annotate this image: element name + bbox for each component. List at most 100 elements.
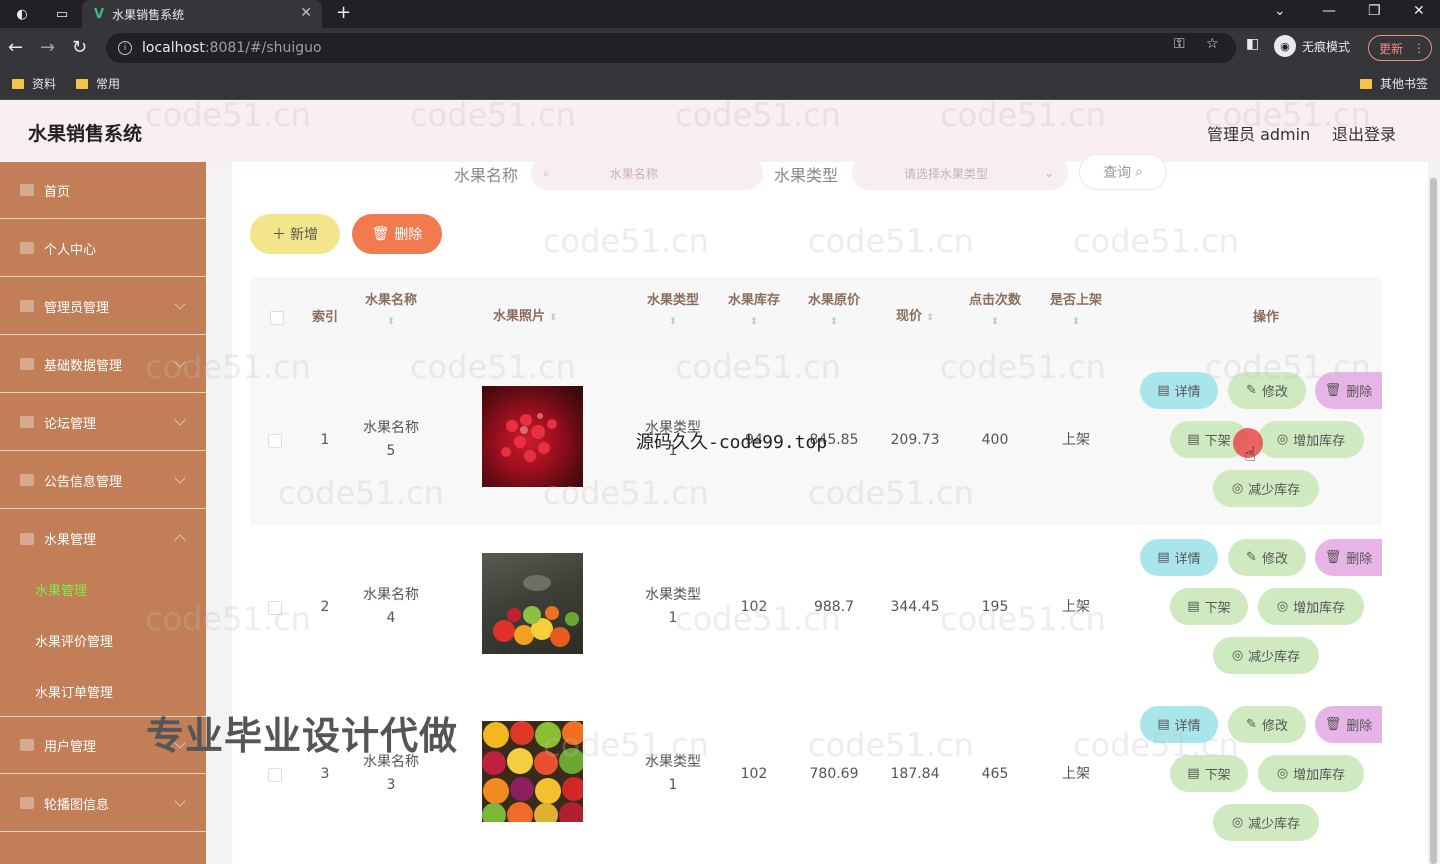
unlist-label: 下架 bbox=[1204, 768, 1231, 783]
edit-button[interactable]: ✎ 修改 bbox=[1228, 706, 1306, 743]
reduce-stock-button[interactable]: ◎ 减少库存 bbox=[1213, 804, 1319, 841]
bookmarks-bar: 资料 常用 其他书签 bbox=[0, 68, 1440, 100]
fruit-photo[interactable] bbox=[482, 553, 583, 654]
close-window-button[interactable]: ✕ bbox=[1413, 3, 1425, 19]
add-stock-button[interactable]: ◎ 增加库存 bbox=[1258, 421, 1364, 458]
reduce-stock-button[interactable]: ◎ 减少库存 bbox=[1213, 470, 1319, 507]
restore-button[interactable]: ❐ bbox=[1368, 3, 1381, 19]
bookmark-folder-changyong[interactable]: 常用 bbox=[76, 75, 120, 92]
edit-button[interactable]: ✎ 修改 bbox=[1228, 539, 1306, 576]
tab-search-icon[interactable]: ▭ bbox=[52, 4, 72, 24]
fruit-photo[interactable] bbox=[482, 721, 583, 822]
page-scrollbar-thumb[interactable] bbox=[1430, 178, 1437, 864]
url-field[interactable]: i localhost:8081/#/shuiguo bbox=[106, 33, 1236, 63]
search-name-input[interactable]: ⌕ 水果名称 bbox=[531, 156, 763, 190]
cell-stock: 102 bbox=[740, 766, 768, 782]
cell-price: 344.45 bbox=[890, 599, 940, 615]
sort-icon: ⇕ bbox=[926, 313, 935, 323]
unlist-button[interactable]: ▤ 下架 bbox=[1170, 588, 1248, 625]
sidebar-item-profile[interactable]: 个人中心 bbox=[0, 220, 206, 277]
document-icon: ▤ bbox=[1157, 717, 1170, 732]
cell-clicks: 195 bbox=[981, 599, 1009, 615]
cell-listed: 上架 bbox=[1062, 766, 1090, 782]
sidebar-item-notices[interactable]: 公告信息管理 bbox=[0, 452, 206, 509]
tab-list-icon[interactable]: ⌄ bbox=[1274, 3, 1286, 19]
chevron-down-icon bbox=[174, 356, 186, 368]
detail-button[interactable]: ▤ 详情 bbox=[1140, 539, 1218, 576]
bookmark-label: 其他书签 bbox=[1380, 77, 1429, 91]
th-type[interactable]: 水果类型 ⇕ bbox=[638, 292, 708, 331]
sidebar-sub-fruit-manage[interactable]: 水果管理 bbox=[35, 580, 87, 599]
bookmark-folder-ziliao[interactable]: 资料 bbox=[12, 75, 56, 92]
select-all-checkbox[interactable] bbox=[270, 311, 284, 325]
chevron-down-icon bbox=[174, 472, 186, 484]
add-button[interactable]: ＋新增 bbox=[250, 214, 340, 254]
home-icon bbox=[20, 184, 34, 196]
document-icon: ▤ bbox=[1187, 432, 1200, 447]
chevron-down-icon bbox=[174, 795, 186, 807]
sidebar-item-carousel[interactable]: 轮播图信息 bbox=[0, 775, 206, 832]
forward-icon[interactable]: → bbox=[40, 37, 55, 58]
sidebar-item-label: 首页 bbox=[44, 184, 71, 200]
delete-button[interactable]: 🗑 删除 bbox=[1315, 706, 1382, 743]
pomegranate-image bbox=[501, 413, 557, 462]
unlist-button[interactable]: ▤ 下架 bbox=[1170, 755, 1248, 792]
sort-icon: ⇕ bbox=[1072, 317, 1080, 327]
row-checkbox[interactable] bbox=[268, 768, 282, 782]
address-bar: ← → ↻ i localhost:8081/#/shuiguo ⚿ ☆ ◧ ◉… bbox=[0, 28, 1440, 68]
site-info-icon[interactable]: i bbox=[118, 41, 132, 55]
detail-button[interactable]: ▤ 详情 bbox=[1140, 706, 1218, 743]
search-name-placeholder: 水果名称 bbox=[609, 166, 658, 181]
browser-tab-active[interactable]: V 水果销售系统 ✕ bbox=[82, 0, 322, 28]
add-stock-button[interactable]: ◎ 增加库存 bbox=[1258, 588, 1364, 625]
reduce-stock-button[interactable]: ◎ 减少库存 bbox=[1213, 637, 1319, 674]
side-panel-icon[interactable]: ◧ bbox=[1246, 36, 1259, 52]
row-checkbox[interactable] bbox=[268, 434, 282, 448]
new-tab-button[interactable]: + bbox=[336, 2, 351, 23]
edit-button[interactable]: ✎ 修改 bbox=[1228, 372, 1306, 409]
sidebar-item-forum[interactable]: 论坛管理 bbox=[0, 394, 206, 451]
key-icon[interactable]: ⚿ bbox=[1174, 36, 1185, 52]
th-listed[interactable]: 是否上架 ⇕ bbox=[1041, 292, 1111, 331]
cell-name-line1: 水果名称 bbox=[363, 420, 419, 436]
minimize-button[interactable]: — bbox=[1322, 3, 1336, 19]
cell-name: 水果名称 5 bbox=[356, 417, 426, 463]
fruit-splash-image bbox=[493, 575, 579, 647]
delete-label: 删除 bbox=[1346, 719, 1373, 734]
users-icon bbox=[20, 739, 34, 751]
reload-icon[interactable]: ↻ bbox=[72, 37, 87, 58]
trash-icon: 🗑 bbox=[371, 226, 390, 242]
sidebar-item-home[interactable]: 首页 bbox=[0, 162, 206, 219]
folder-icon bbox=[1360, 78, 1372, 89]
other-bookmarks[interactable]: 其他书签 bbox=[1360, 75, 1428, 92]
th-stock[interactable]: 水果库存 ⇕ bbox=[719, 292, 789, 331]
incognito-indicator[interactable]: ◉ 无痕模式 bbox=[1274, 35, 1350, 57]
user-icon bbox=[20, 242, 34, 254]
logout-link[interactable]: 退出登录 bbox=[1332, 121, 1396, 145]
add-stock-button[interactable]: ◎ 增加库存 bbox=[1258, 755, 1364, 792]
back-icon[interactable]: ← bbox=[8, 37, 23, 58]
fruit-photo[interactable] bbox=[482, 386, 583, 487]
detail-button[interactable]: ▤ 详情 bbox=[1140, 372, 1218, 409]
location-icon: ◎ bbox=[1276, 766, 1289, 781]
browser-menu-icon[interactable]: ◐ bbox=[12, 4, 32, 24]
th-clicks[interactable]: 点击次数 ⇕ bbox=[960, 292, 1030, 331]
sidebar-item-admins[interactable]: 管理员管理 bbox=[0, 278, 206, 335]
row-checkbox[interactable] bbox=[268, 601, 282, 615]
type-select[interactable]: 请选择水果类型 ⌄ bbox=[852, 156, 1068, 190]
delete-button[interactable]: 🗑 删除 bbox=[1315, 539, 1382, 576]
th-price[interactable]: 现价 ⇕ bbox=[880, 308, 950, 327]
update-button[interactable]: 更新 ⋮ bbox=[1368, 35, 1432, 61]
th-photo[interactable]: 水果照片 ⇕ bbox=[480, 308, 570, 327]
sidebar-sub-fruit-review[interactable]: 水果评价管理 bbox=[35, 631, 113, 650]
sidebar-item-fruit[interactable]: 水果管理 bbox=[0, 510, 206, 567]
batch-delete-button[interactable]: 🗑 删除 bbox=[352, 214, 442, 254]
sidebar-sub-fruit-orders[interactable]: 水果订单管理 bbox=[35, 682, 113, 701]
sidebar-item-base-data[interactable]: 基础数据管理 bbox=[0, 336, 206, 393]
query-button[interactable]: 查询 ⌕ bbox=[1079, 154, 1167, 190]
tab-close-icon[interactable]: ✕ bbox=[300, 5, 312, 21]
th-orig-price[interactable]: 水果原价 ⇕ bbox=[799, 292, 869, 331]
th-name[interactable]: 水果名称 ⇕ bbox=[356, 292, 426, 331]
delete-button[interactable]: 🗑 删除 bbox=[1315, 372, 1382, 409]
bookmark-star-icon[interactable]: ☆ bbox=[1206, 36, 1219, 52]
